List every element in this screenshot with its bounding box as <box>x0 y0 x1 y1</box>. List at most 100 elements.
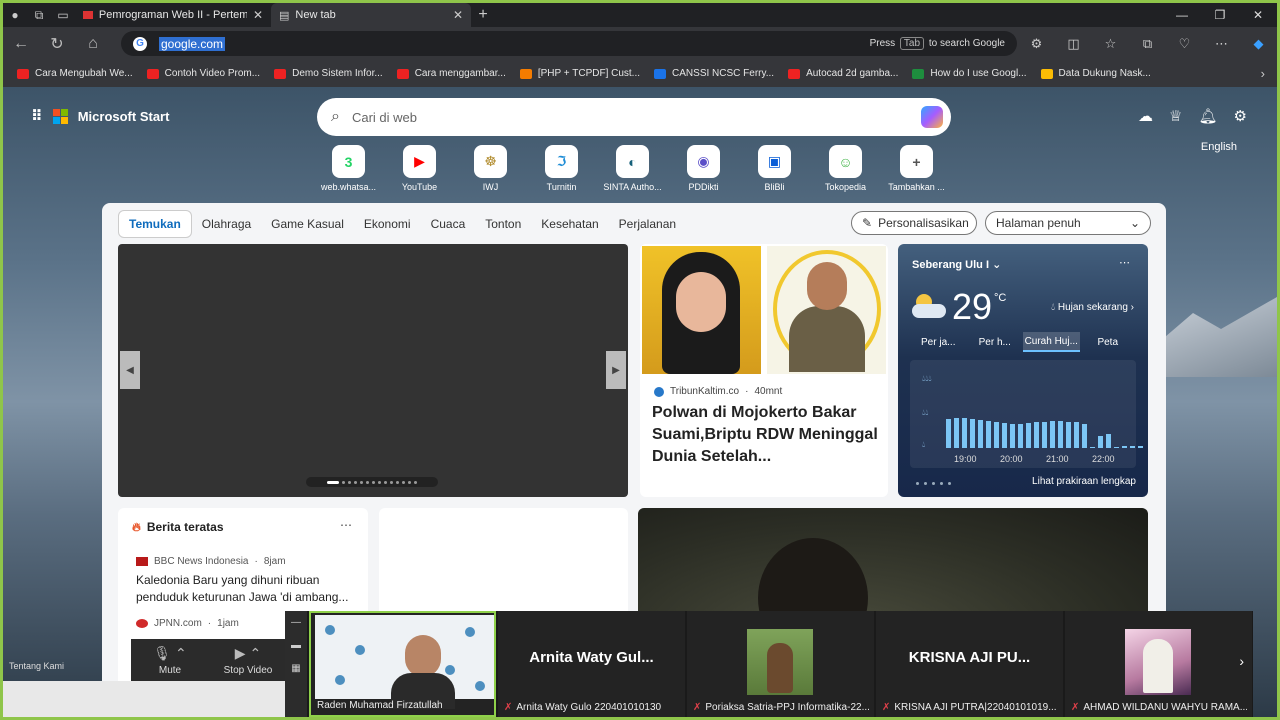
tab-actions-icon[interactable]: ▭ <box>51 5 75 25</box>
news-card[interactable]: TribunKaltim.co · 40mnt Polwan di Mojokert… <box>640 244 888 497</box>
apps-grid-icon[interactable]: ⠿ <box>31 107 43 125</box>
carousel-prev-button[interactable]: ◀ <box>120 351 140 389</box>
quick-link[interactable]: ◐ SINTA Autho... <box>601 145 664 192</box>
quick-link[interactable]: ☺ Tokopedia <box>814 145 877 192</box>
bookmark-item[interactable]: How do I use Googl... <box>906 68 1032 79</box>
quick-link[interactable]: ▣ BliBli <box>743 145 806 192</box>
category-tab[interactable]: Tonton <box>475 211 531 237</box>
quick-link-icon: ▶ <box>403 145 436 178</box>
minimize-strip-icon: — <box>291 617 301 628</box>
precipitation-chart: 💧︎💧︎💧︎ 💧︎💧︎ 💧︎ 19:00 20:00 21:00 22:00 <box>910 360 1143 468</box>
quick-link[interactable]: ▶ YouTube <box>388 145 451 192</box>
quick-link[interactable]: ☸ IWJ <box>459 145 522 192</box>
restore-icon[interactable]: ❐ <box>1201 3 1239 27</box>
news-title[interactable]: Polwan di Mojokerto Bakar Suami,Briptu R… <box>652 402 878 468</box>
tab-new-tab[interactable]: ▤ New tab ✕ <box>271 3 471 27</box>
more-options-icon[interactable]: ⋯ <box>1119 256 1130 269</box>
weather-tab[interactable]: Curah Huj... <box>1023 332 1080 352</box>
bookmark-item[interactable]: Demo Sistem Infor... <box>268 68 389 79</box>
participant-tile[interactable]: KRISNA AJI PU... ✗ KRISNA AJI PUTRA|22040… <box>876 611 1063 717</box>
speaker-view-icon: ▬ <box>291 640 301 651</box>
copilot-icon[interactable]: ◆ <box>1240 31 1277 56</box>
category-tab[interactable]: Olahraga <box>192 211 261 237</box>
category-tab[interactable]: Cuaca <box>421 211 476 237</box>
personalize-button[interactable]: ✎ Personalisasikan <box>851 211 977 235</box>
more-options-icon[interactable]: ⋯ <box>340 518 352 532</box>
news-title[interactable]: Kaledonia Baru yang dihuni ribuan pendud… <box>136 572 358 606</box>
weather-card[interactable]: Seberang Ulu I ⌄ ⋯ 29 °C 💧︎ Hujan sekara… <box>898 244 1148 497</box>
participant-tile[interactable]: Arnita Waty Gul... ✗ Arnita Waty Gulo 220… <box>498 611 685 717</box>
bookmark-item[interactable]: Contoh Video Prom... <box>141 68 266 79</box>
about-link[interactable]: Tentang Kami <box>9 661 64 671</box>
close-tab-icon[interactable]: ✕ <box>253 8 263 22</box>
muted-mic-icon: ✗ <box>882 702 891 713</box>
quick-link[interactable]: ℑ Turnitin <box>530 145 593 192</box>
category-tab[interactable]: Ekonomi <box>354 211 421 237</box>
bookmark-item[interactable]: Cara Mengubah We... <box>11 68 139 79</box>
rewards-icon[interactable]: ♕ <box>1169 107 1182 125</box>
workspaces-icon[interactable]: ⧉ <box>27 5 51 25</box>
quick-links: 3 web.whatsa... ▶ YouTube ☸ IWJ ℑ Turnitin ◐ SINT… <box>317 145 948 192</box>
quick-link-icon: + <box>900 145 933 178</box>
tab-title: New tab <box>295 9 336 21</box>
muted-mic-icon: ✗ <box>504 702 513 713</box>
profile-icon[interactable]: ● <box>3 5 27 25</box>
refresh-icon[interactable]: ↻ <box>39 34 75 54</box>
back-icon[interactable]: ← <box>3 35 39 53</box>
zoom-view-options[interactable]: — ▬ ▦ <box>285 611 307 717</box>
split-screen-icon[interactable]: ◫ <box>1055 31 1092 56</box>
weather-tab[interactable]: Peta <box>1080 332 1137 352</box>
bookmark-item[interactable]: CANSSI NCSC Ferry... <box>648 68 780 79</box>
bookmark-item[interactable]: Autocad 2d gamba... <box>782 68 904 79</box>
carousel-next-button[interactable]: ▶ <box>606 351 626 389</box>
hero-carousel[interactable]: ◀ ▶ <box>118 244 628 497</box>
participant-tile[interactable]: Raden Muhamad Firzatullah <box>309 611 496 717</box>
quick-link[interactable]: + Tambahkan ... <box>885 145 948 192</box>
notifications-bell-icon[interactable]: 🔔︎ <box>1199 107 1218 125</box>
bookmark-item[interactable]: [PHP + TCPDF] Cust... <box>514 68 646 79</box>
bookmark-item[interactable]: Cara menggambar... <box>391 68 512 79</box>
quick-link-icon: ▣ <box>758 145 791 178</box>
weather-tab[interactable]: Per h... <box>967 332 1024 352</box>
participant-tile[interactable]: ✗ AHMAD WILDANU WAHYU RAMA... › <box>1065 611 1252 717</box>
collections-icon[interactable]: ⧉ <box>1129 31 1166 56</box>
flame-icon: 🔥︎ <box>132 520 141 534</box>
more-icon[interactable]: ⋯ <box>1203 31 1240 56</box>
tab-favicon-icon <box>83 11 93 19</box>
full-forecast-link[interactable]: Lihat prakiraan lengkap <box>1032 476 1136 487</box>
stop-video-button[interactable]: ▶ ⌃ Stop Video <box>209 639 287 681</box>
category-tab[interactable]: Kesehatan <box>531 211 608 237</box>
precipitation-bar <box>1026 423 1031 448</box>
address-input[interactable]: G google.com Press Tab to search Google <box>121 31 1017 56</box>
favorites-icon[interactable]: ☆ <box>1092 31 1129 56</box>
bookmark-item[interactable]: Data Dukung Nask... <box>1035 68 1157 79</box>
copilot-search-icon[interactable] <box>921 106 943 128</box>
quick-link[interactable]: 3 web.whatsa... <box>317 145 380 192</box>
weather-condition[interactable]: 💧︎ Hujan sekarang › <box>1051 302 1134 313</box>
quick-link-icon: ☺ <box>829 145 862 178</box>
weather-cloud-icon[interactable]: ☁ <box>1138 107 1153 125</box>
category-tab[interactable]: Temukan <box>118 210 192 238</box>
mute-button[interactable]: 🎙︎ ⌃ Mute <box>131 639 209 681</box>
weather-tab[interactable]: Per ja... <box>910 332 967 352</box>
tab-pemrograman[interactable]: Pemrograman Web II - Pertemuan ✕ <box>75 3 271 27</box>
more-bookmarks-icon[interactable]: › <box>1261 66 1277 81</box>
close-tab-icon[interactable]: ✕ <box>453 8 463 22</box>
home-icon[interactable]: ⌂ <box>75 35 111 53</box>
next-participants-icon[interactable]: › <box>1239 653 1244 669</box>
new-tab-icon[interactable]: + <box>471 5 495 25</box>
language-link[interactable]: English <box>1201 141 1237 153</box>
participant-tile[interactable]: ✗ Poriaksa Satria-PPJ Informatika-22... <box>687 611 874 717</box>
browser-essentials-icon[interactable]: ♡ <box>1166 31 1203 56</box>
category-tab[interactable]: Perjalanan <box>609 211 686 237</box>
weather-location[interactable]: Seberang Ulu I ⌄ <box>912 258 1001 271</box>
minimize-icon[interactable]: — <box>1163 3 1201 27</box>
page-mode-dropdown[interactable]: Halaman penuh ⌄ <box>985 211 1151 235</box>
quick-link[interactable]: ◉ PDDikti <box>672 145 735 192</box>
web-search-box[interactable]: ⌕ Cari di web <box>317 98 951 136</box>
close-window-icon[interactable]: ✕ <box>1239 3 1277 27</box>
settings-gear-icon[interactable]: ⚙ <box>1234 107 1247 125</box>
quick-link-icon: 3 <box>332 145 365 178</box>
category-tab[interactable]: Game Kasual <box>261 211 354 237</box>
extensions-icon[interactable]: ⚙ <box>1018 31 1055 56</box>
